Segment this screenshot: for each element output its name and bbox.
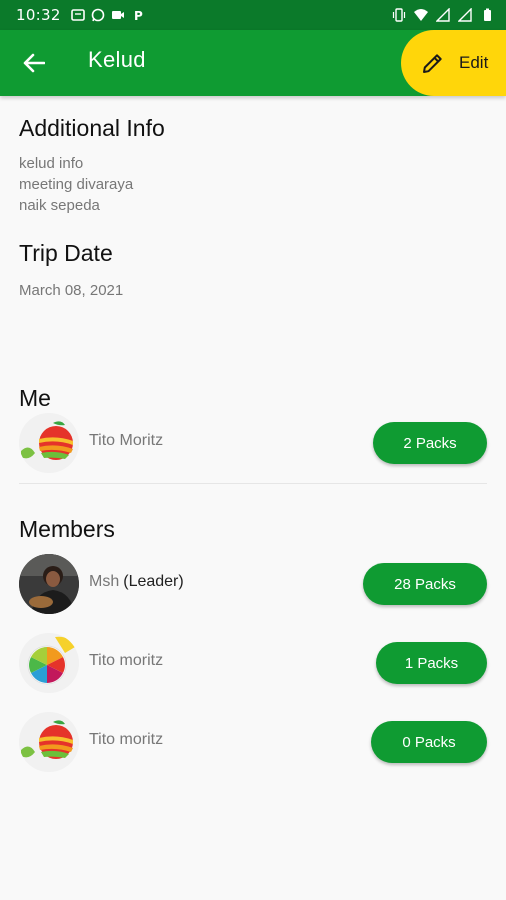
additional-info-title: Additional Info — [19, 115, 165, 141]
status-time: 10:32 — [16, 6, 61, 24]
back-button[interactable] — [18, 48, 50, 78]
packs-button[interactable]: 2 Packs — [373, 422, 487, 464]
trip-date-title: Trip Date — [19, 240, 113, 266]
trip-date-value: March 08, 2021 — [19, 282, 124, 299]
info-line: kelud info — [19, 155, 84, 172]
member-row: Tito moritz 1 Packs — [19, 633, 487, 693]
leader-tag: (Leader) — [123, 573, 184, 590]
fruit-avatar-icon — [19, 712, 79, 772]
fruit-avatar-icon — [19, 413, 79, 473]
whatsapp-icon — [91, 8, 105, 22]
signal-icon — [436, 8, 450, 22]
person-name: Tito Moritz — [89, 432, 164, 449]
me-row: Tito Moritz 2 Packs — [19, 413, 487, 473]
avatar — [19, 712, 79, 772]
fruit-avatar-icon — [19, 633, 79, 693]
me-title: Me — [19, 385, 51, 411]
packs-button[interactable]: 0 Packs — [371, 721, 487, 763]
packs-button[interactable]: 1 Packs — [376, 642, 487, 684]
app-bar: Kelud Edit — [0, 30, 506, 96]
photo-avatar-icon — [19, 554, 79, 614]
person-name: Tito moritz — [89, 731, 164, 748]
avatar — [19, 633, 79, 693]
message-icon — [70, 9, 85, 21]
page-title: Kelud — [88, 47, 146, 72]
member-name: Msh — [89, 573, 120, 590]
p-icon: P — [134, 9, 143, 22]
battery-icon — [484, 8, 491, 21]
packs-button[interactable]: 28 Packs — [363, 563, 487, 605]
wifi-icon — [414, 9, 428, 21]
avatar — [19, 554, 79, 614]
svg-text:P: P — [134, 9, 143, 22]
person-name: Msh (Leader) — [89, 573, 184, 591]
arrow-back-icon — [23, 53, 45, 73]
member-row: Msh (Leader) 28 Packs — [19, 554, 487, 614]
video-icon — [111, 11, 124, 19]
divider — [19, 483, 487, 484]
avatar — [19, 413, 79, 473]
status-bar: 10:32 P — [0, 0, 506, 30]
edit-button[interactable]: Edit — [401, 30, 506, 96]
pencil-icon — [423, 54, 442, 73]
members-title: Members — [19, 516, 115, 542]
edit-label: Edit — [459, 53, 489, 72]
info-line: meeting divaraya — [19, 176, 134, 193]
signal-icon — [458, 8, 472, 22]
vibrate-icon — [392, 8, 406, 22]
member-row: Tito moritz 0 Packs — [19, 712, 487, 772]
info-line: naik sepeda — [19, 197, 100, 214]
person-name: Tito moritz — [89, 652, 164, 669]
